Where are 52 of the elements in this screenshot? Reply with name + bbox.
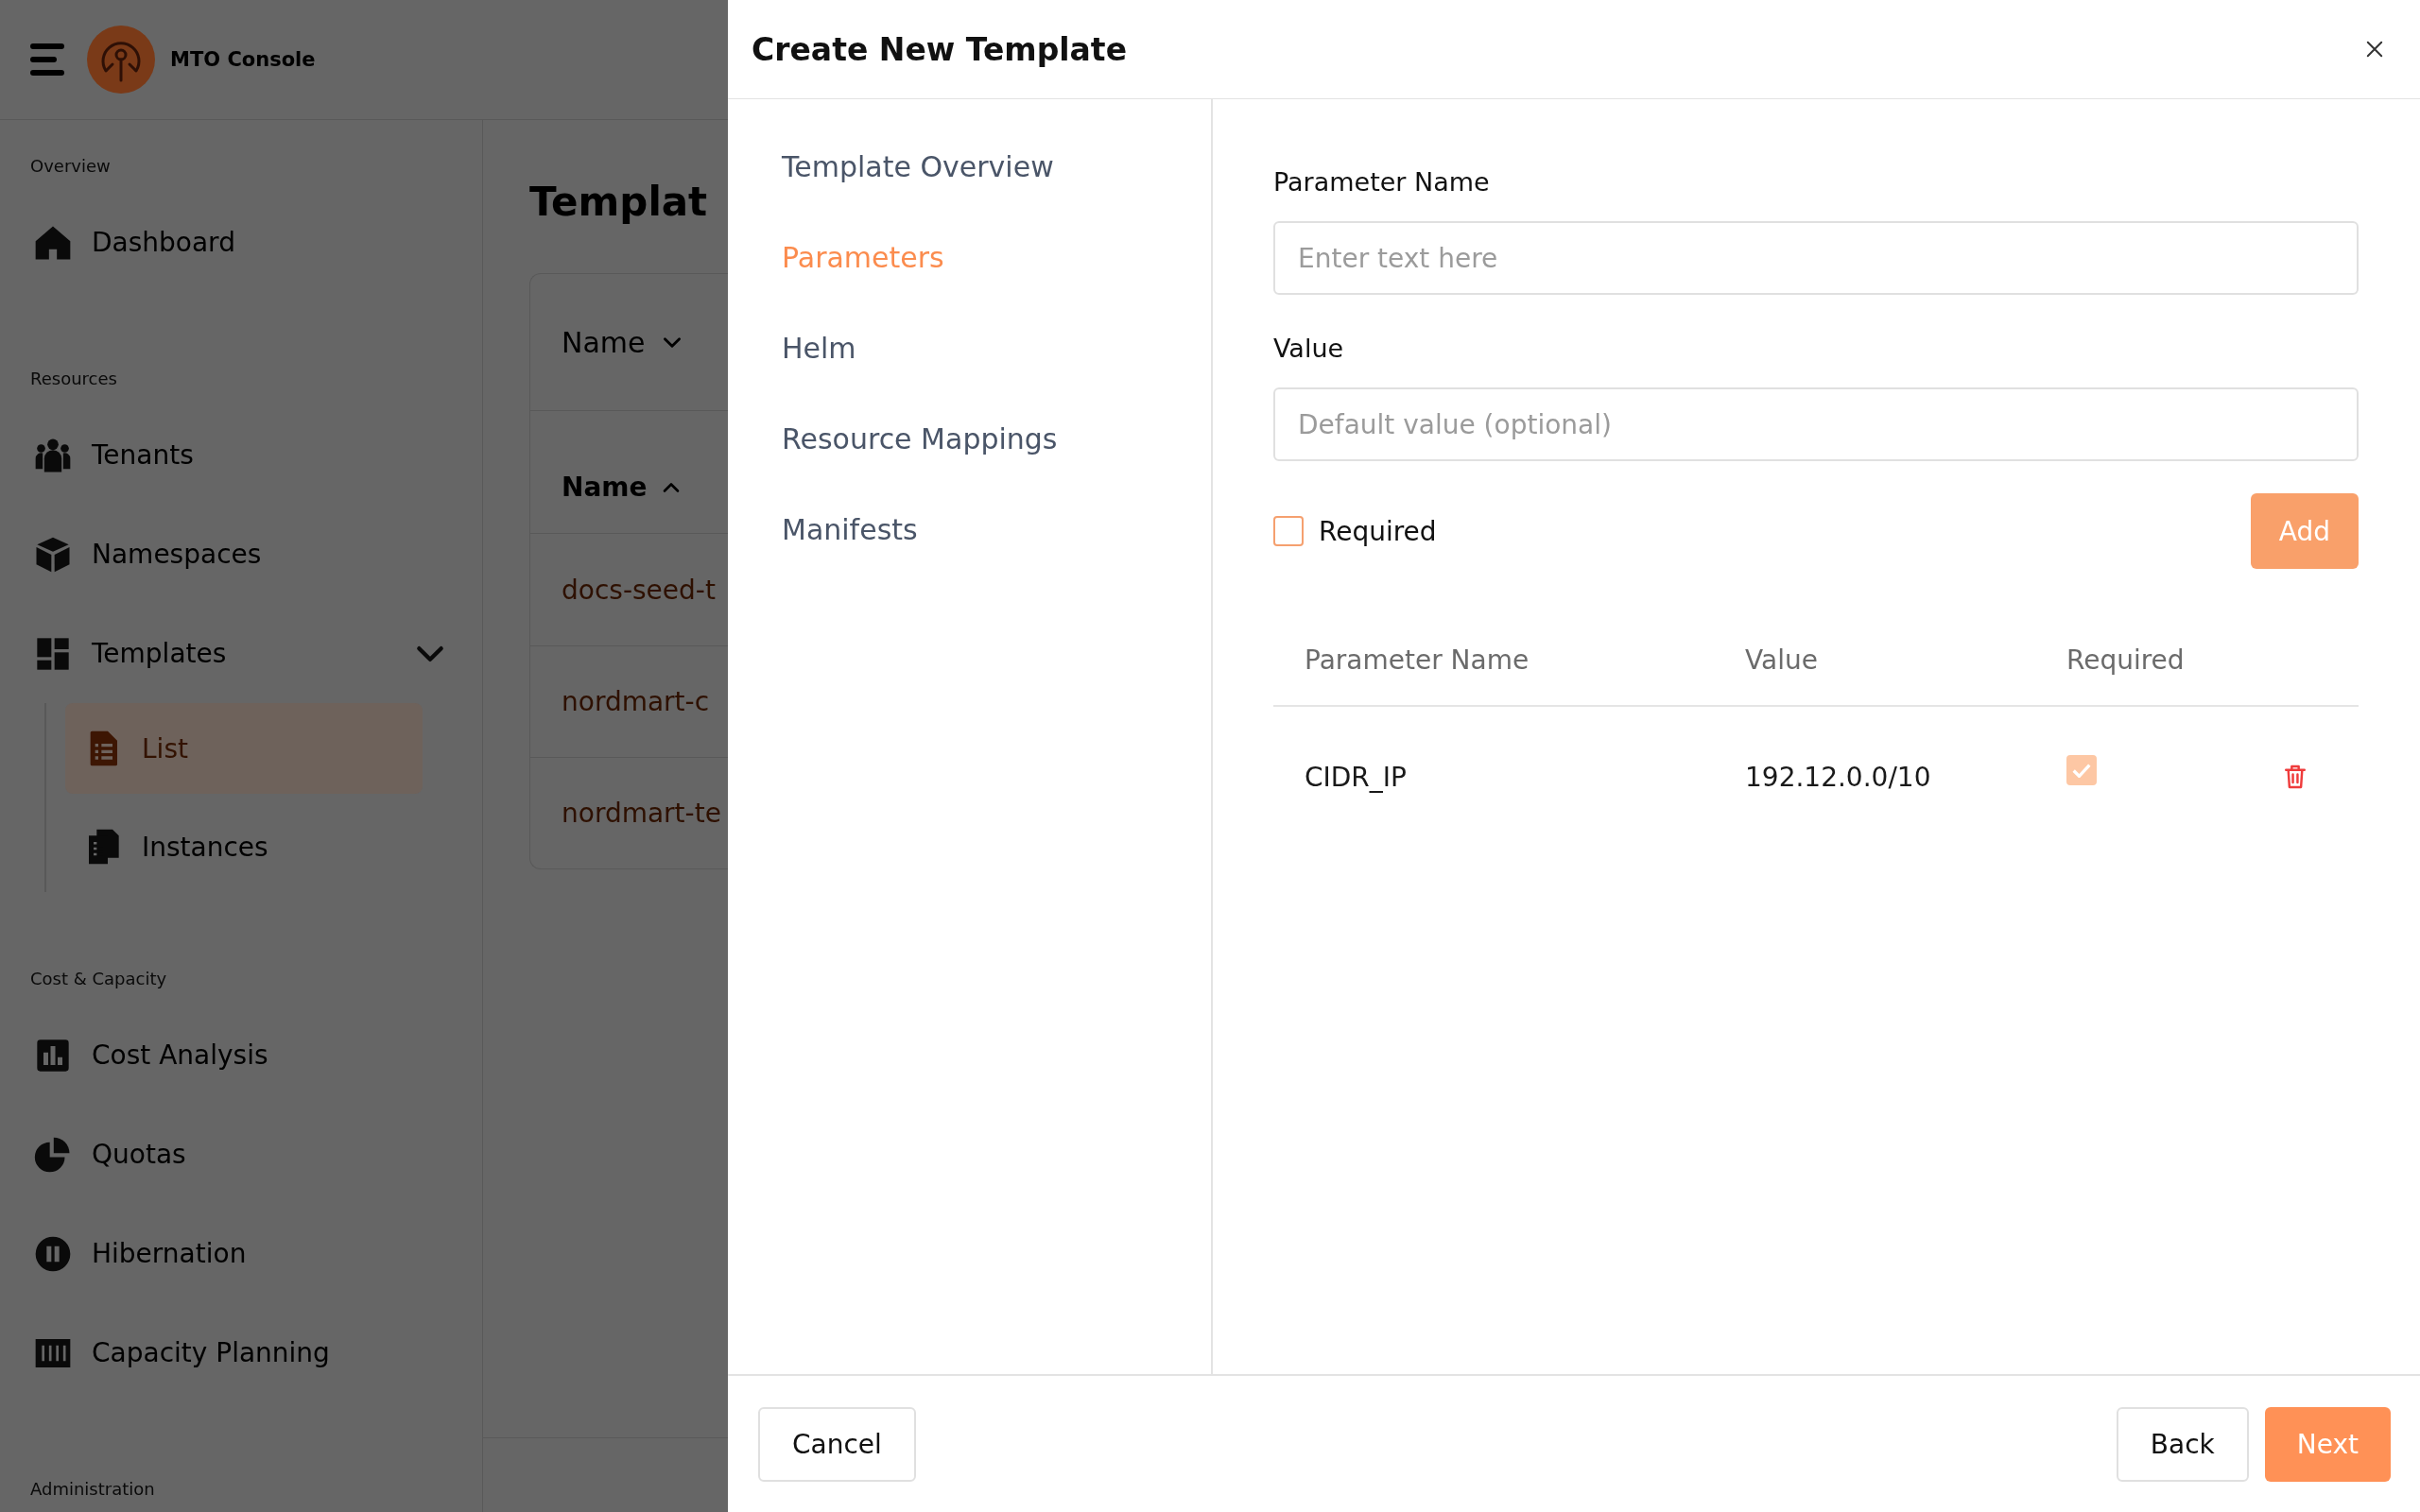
footer-button[interactable]: Back <box>2116 1406 2249 1482</box>
column-header[interactable]: Name <box>562 472 680 503</box>
text-input[interactable]: Default value (optional) <box>1273 387 2359 461</box>
sidebar-item[interactable]: Dashboard <box>30 193 444 292</box>
checkbox[interactable] <box>1273 516 1304 546</box>
brand-name: MTO Console <box>170 48 316 71</box>
check-icon <box>2072 763 2091 778</box>
footer-button[interactable]: Cancel <box>758 1406 916 1482</box>
checkbox-label: Required <box>1319 515 1437 547</box>
sidebar-item[interactable]: List <box>65 703 423 794</box>
template-link[interactable]: nordmart-c <box>562 686 710 717</box>
template-link[interactable]: docs-seed-t <box>562 574 716 606</box>
pause-icon <box>34 1234 72 1273</box>
section-label: Administration <box>30 1478 156 1501</box>
column-header: Value <box>1745 644 1818 676</box>
column-header: Required <box>2066 644 2185 676</box>
checkbox[interactable] <box>2066 755 2097 785</box>
field-label: Value <box>1273 334 1345 364</box>
step-tab[interactable]: Template Overview <box>782 121 1211 212</box>
field-label: Parameter Name <box>1273 167 1491 198</box>
table-cell: 192.12.0.0/10 <box>1745 761 1931 793</box>
sidebar-item[interactable]: Instances <box>65 801 423 892</box>
step-tab[interactable]: Helm <box>782 302 1211 393</box>
section-label: Resources <box>30 368 118 390</box>
filter-dropdown[interactable]: Name <box>562 325 682 359</box>
logo-icon <box>87 26 155 94</box>
page-title: Templat <box>529 179 708 226</box>
sidebar-item[interactable]: Capacity Planning <box>30 1303 444 1402</box>
step-tab[interactable]: Manifests <box>782 484 1211 575</box>
text-input[interactable]: Enter text here <box>1273 221 2359 295</box>
chevron-down-icon[interactable] <box>416 644 444 663</box>
step-tab[interactable]: Resource Mappings <box>782 393 1211 484</box>
dialog-title: Create New Template <box>752 30 1127 68</box>
chevron-down-icon <box>662 335 682 349</box>
sidebar-item[interactable]: Templates <box>30 604 444 703</box>
trash-icon[interactable] <box>2285 765 2306 789</box>
template-link[interactable]: nordmart-te <box>562 798 721 829</box>
menu-icon[interactable] <box>30 43 64 76</box>
sidebar-item[interactable]: Tenants <box>30 405 444 505</box>
step-tab[interactable]: Parameters <box>782 212 1211 302</box>
section-label: Cost & Capacity <box>30 968 168 990</box>
cube-icon <box>34 535 72 574</box>
sidebar-item[interactable]: Namespaces <box>30 505 444 604</box>
pie-chart-icon <box>34 1135 72 1174</box>
next-button[interactable]: Next <box>2264 1406 2391 1482</box>
section-label: Overview <box>30 155 112 178</box>
column-header: Parameter Name <box>1305 644 1530 676</box>
close-icon[interactable] <box>2366 41 2383 58</box>
sidebar-item[interactable]: Hibernation <box>30 1204 444 1303</box>
table-cell: CIDR_IP <box>1305 761 1407 793</box>
sidebar-item[interactable]: Quotas <box>30 1105 444 1204</box>
sidebar-item[interactable]: Cost Analysis <box>30 1005 444 1105</box>
